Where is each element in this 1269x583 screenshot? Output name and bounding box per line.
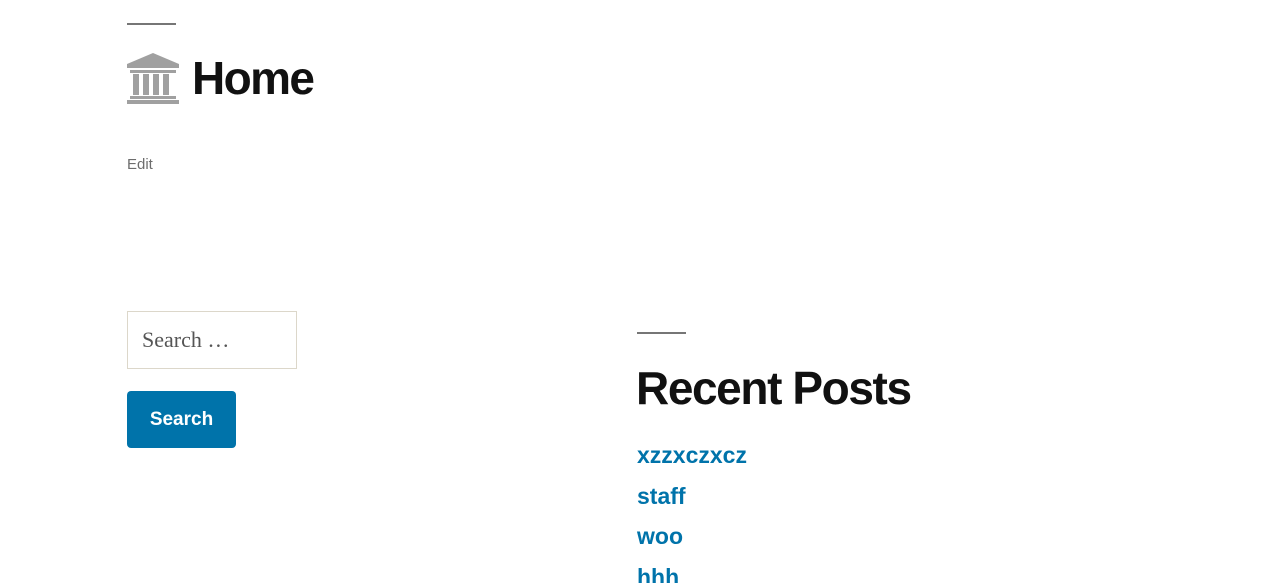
recent-posts-title: Recent Posts	[636, 362, 912, 414]
recent-post-link[interactable]: xzzxczxcz	[637, 442, 747, 468]
recent-posts-list: xzzxczxcz staff woo hhh	[637, 438, 747, 583]
bank-icon	[126, 51, 180, 105]
list-item: staff	[637, 479, 747, 520]
recent-posts-divider	[637, 332, 686, 334]
list-item: woo	[637, 519, 747, 560]
recent-post-link[interactable]: hhh	[637, 564, 679, 583]
recent-post-link[interactable]: staff	[637, 483, 686, 509]
title-divider	[127, 23, 176, 25]
page: Home Edit Search Recent Posts xzzxczxcz …	[0, 0, 1269, 583]
search-input[interactable]	[127, 311, 297, 369]
list-item: xzzxczxcz	[637, 438, 747, 479]
page-header: Home	[126, 48, 315, 108]
list-item: hhh	[637, 560, 747, 583]
search-button[interactable]: Search	[127, 391, 236, 448]
edit-link[interactable]: Edit	[127, 156, 153, 173]
page-title: Home	[192, 52, 315, 104]
recent-post-link[interactable]: woo	[637, 523, 683, 549]
